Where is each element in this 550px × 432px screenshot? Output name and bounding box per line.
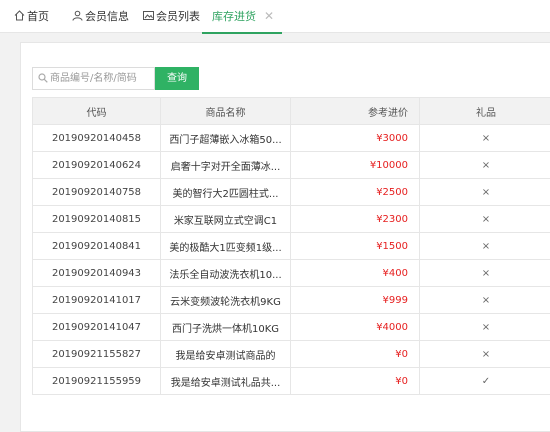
- cell-code: 20190920141047: [33, 314, 161, 341]
- tab-home[interactable]: 首页: [14, 0, 49, 33]
- cell-code: 20190921155959: [33, 368, 161, 395]
- table-row[interactable]: 20190920140815 米家互联网立式空调C1 ¥2300 ×: [33, 206, 550, 233]
- table-row[interactable]: 20190921155959 我是给安卓测试礼品共... ¥0 ✓: [33, 368, 550, 395]
- cell-gift: ×: [420, 233, 550, 260]
- user-icon: [72, 1, 83, 34]
- cell-name: 米家互联网立式空调C1: [161, 206, 291, 233]
- cell-name: 我是给安卓测试商品的: [161, 341, 291, 368]
- table-header-row: 代码 商品名称 参考进价 礼品: [33, 98, 550, 125]
- cell-gift: ✓: [420, 368, 550, 395]
- tab-label: 会员信息: [85, 10, 129, 23]
- cell-name: 启奢十字对开全面薄冰...: [161, 152, 291, 179]
- cell-code: 20190920140458: [33, 125, 161, 152]
- cell-code: 20190920140624: [33, 152, 161, 179]
- search-input[interactable]: [50, 70, 154, 87]
- table-row[interactable]: 20190920140943 法乐全自动波洗衣机10... ¥400 ×: [33, 260, 550, 287]
- table-row[interactable]: 20190920140841 美的极酷大1匹变频1级... ¥1500 ×: [33, 233, 550, 260]
- tab-label: 库存进货: [212, 10, 256, 23]
- table-row[interactable]: 20190920140624 启奢十字对开全面薄冰... ¥10000 ×: [33, 152, 550, 179]
- inventory-table: 代码 商品名称 参考进价 礼品 20190920140458 西门子超薄嵌入冰箱…: [32, 97, 550, 395]
- cell-price: ¥0: [291, 368, 420, 395]
- cell-gift: ×: [420, 260, 550, 287]
- cell-name: 云米变频波轮洗衣机9KG: [161, 287, 291, 314]
- cell-code: 20190920140841: [33, 233, 161, 260]
- table-row[interactable]: 20190920141047 西门子洗烘一体机10KG ¥4000 ×: [33, 314, 550, 341]
- cell-price: ¥2500: [291, 179, 420, 206]
- cell-code: 20190921155827: [33, 341, 161, 368]
- search-button[interactable]: 查询: [155, 67, 199, 90]
- cell-name: 西门子超薄嵌入冰箱50...: [161, 125, 291, 152]
- cell-gift: ×: [420, 287, 550, 314]
- cell-price: ¥4000: [291, 314, 420, 341]
- cell-price: ¥999: [291, 287, 420, 314]
- cell-gift: ×: [420, 179, 550, 206]
- cell-gift: ×: [420, 206, 550, 233]
- search-icon: [38, 73, 48, 86]
- tab-member-info[interactable]: 会员信息: [72, 0, 129, 33]
- content-panel: 查询 代码 商品名称 参考进价 礼品 20190920140458 西门子超薄嵌…: [20, 42, 550, 432]
- search-field[interactable]: [32, 67, 155, 90]
- column-header-gift[interactable]: 礼品: [420, 98, 550, 125]
- cell-name: 美的极酷大1匹变频1级...: [161, 233, 291, 260]
- cell-price: ¥3000: [291, 125, 420, 152]
- cell-price: ¥400: [291, 260, 420, 287]
- tab-label: 会员列表: [156, 10, 200, 23]
- home-icon: [14, 1, 25, 34]
- cell-name: 西门子洗烘一体机10KG: [161, 314, 291, 341]
- table-row[interactable]: 20190921155827 我是给安卓测试商品的 ¥0 ×: [33, 341, 550, 368]
- column-header-name[interactable]: 商品名称: [161, 98, 291, 125]
- cell-price: ¥1500: [291, 233, 420, 260]
- cell-price: ¥0: [291, 341, 420, 368]
- cell-code: 20190920140758: [33, 179, 161, 206]
- cell-gift: ×: [420, 125, 550, 152]
- close-icon[interactable]: ✕: [264, 9, 274, 23]
- column-header-price[interactable]: 参考进价: [291, 98, 420, 125]
- tab-label: 首页: [27, 10, 49, 23]
- cell-code: 20190920141017: [33, 287, 161, 314]
- table-row[interactable]: 20190920140458 西门子超薄嵌入冰箱50... ¥3000 ×: [33, 125, 550, 152]
- cell-code: 20190920140815: [33, 206, 161, 233]
- cell-name: 我是给安卓测试礼品共...: [161, 368, 291, 395]
- tab-member-list[interactable]: 会员列表: [143, 0, 200, 33]
- cell-code: 20190920140943: [33, 260, 161, 287]
- cell-name: 美的智行大2匹圆柱式...: [161, 179, 291, 206]
- cell-gift: ×: [420, 314, 550, 341]
- table-row[interactable]: 20190920140758 美的智行大2匹圆柱式... ¥2500 ×: [33, 179, 550, 206]
- tab-bar: 首页 会员信息 会员列表 库存进货 ✕: [0, 0, 550, 33]
- cell-price: ¥10000: [291, 152, 420, 179]
- column-header-code[interactable]: 代码: [33, 98, 161, 125]
- image-icon: [143, 1, 154, 34]
- cell-name: 法乐全自动波洗衣机10...: [161, 260, 291, 287]
- tab-inventory-purchase[interactable]: 库存进货 ✕: [202, 0, 282, 33]
- table-row[interactable]: 20190920141017 云米变频波轮洗衣机9KG ¥999 ×: [33, 287, 550, 314]
- cell-gift: ×: [420, 152, 550, 179]
- cell-gift: ×: [420, 341, 550, 368]
- cell-price: ¥2300: [291, 206, 420, 233]
